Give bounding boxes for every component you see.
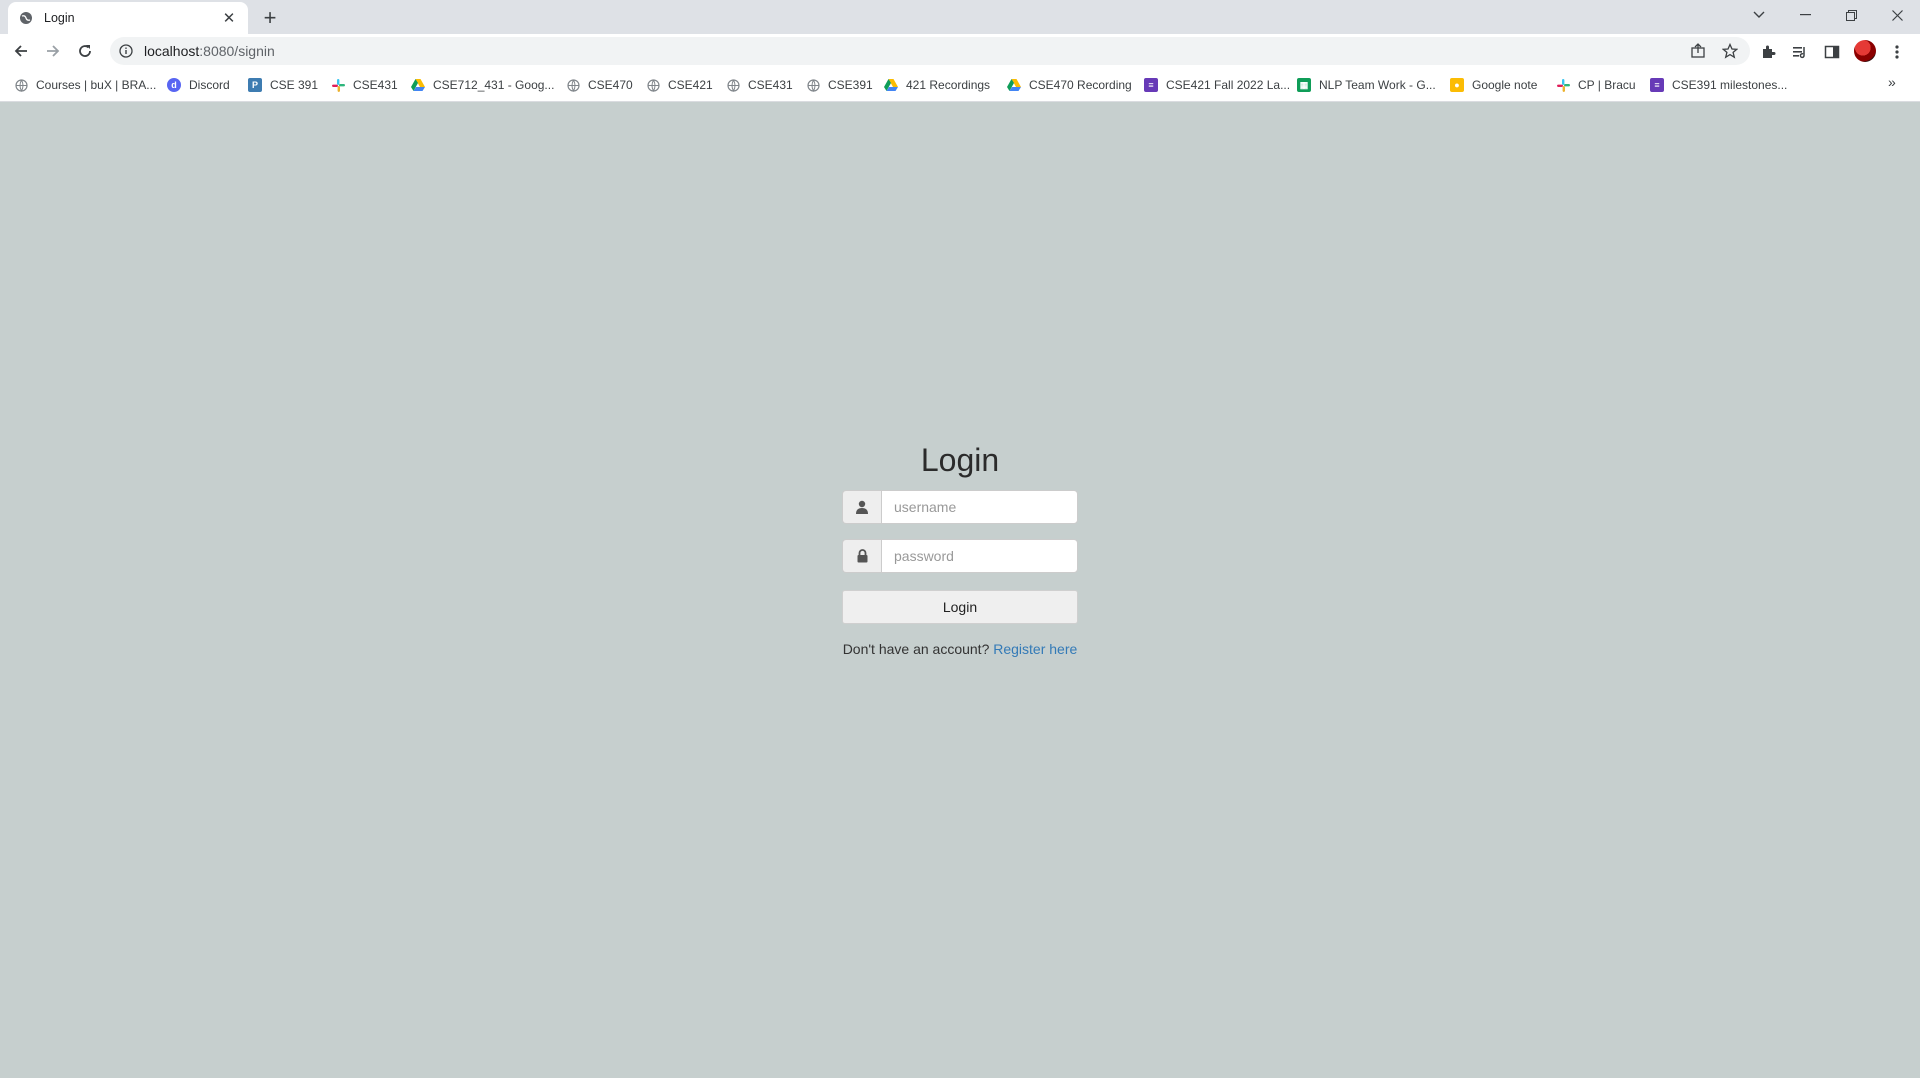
register-prompt: Don't have an account? Register here xyxy=(842,641,1078,657)
bookmark-item[interactable]: CSE470 xyxy=(566,76,633,94)
bookmark-label: CSE431 xyxy=(353,78,398,92)
bookmark-star-icon[interactable] xyxy=(1720,41,1740,61)
address-bar[interactable]: localhost:8080/signin xyxy=(110,37,1750,65)
register-prompt-text: Don't have an account? xyxy=(842,641,990,657)
url-path: :8080/signin xyxy=(199,43,275,59)
login-button[interactable]: Login xyxy=(842,590,1078,624)
new-tab-icon[interactable]: + xyxy=(258,5,282,30)
google-forms-icon: ≡ xyxy=(1144,78,1158,92)
bookmark-label: CSE421 Fall 2022 La... xyxy=(1166,78,1291,92)
bookmark-label: CSE431 xyxy=(748,78,793,92)
google-drive-icon xyxy=(1007,78,1021,92)
site-info-icon[interactable] xyxy=(118,43,134,59)
lock-icon xyxy=(842,539,881,573)
google-sheets-icon: ▦ xyxy=(1297,78,1311,92)
bookmark-label: Discord xyxy=(189,78,230,92)
bookmark-item[interactable]: 421 Recordings xyxy=(884,76,990,94)
bookmark-item[interactable]: CP | Bracu xyxy=(1556,76,1636,94)
google-drive-icon xyxy=(884,78,898,92)
globe-icon xyxy=(14,78,28,92)
piazza-icon: P xyxy=(248,78,262,92)
login-form: Login Login Don't have an account? Regis… xyxy=(842,440,1078,657)
bookmark-item[interactable]: CSE431 xyxy=(331,76,398,94)
username-group xyxy=(842,490,1078,524)
bookmark-item[interactable]: P CSE 391 xyxy=(248,76,318,94)
bookmark-label: CSE470 Recording xyxy=(1029,78,1132,92)
browser-toolbar: localhost:8080/signin xyxy=(0,34,1920,68)
register-link[interactable]: Register here xyxy=(993,641,1077,657)
restore-icon[interactable] xyxy=(1828,0,1874,30)
bookmark-item[interactable]: CSE421 xyxy=(646,76,713,94)
bookmark-label: CSE712_431 - Goog... xyxy=(433,78,555,92)
bookmark-label: CSE391 xyxy=(828,78,873,92)
menu-icon[interactable] xyxy=(1886,41,1908,63)
bookmark-item[interactable]: CSE470 Recording xyxy=(1007,76,1132,94)
bookmark-item[interactable]: ≡ CSE391 milestones... xyxy=(1650,76,1787,94)
side-panel-icon[interactable] xyxy=(1821,41,1843,63)
bookmark-item[interactable]: CSE391 xyxy=(806,76,873,94)
page-title: Login xyxy=(920,442,1000,478)
bookmark-item[interactable]: d Discord xyxy=(167,76,230,94)
bookmark-item[interactable]: CSE712_431 - Goog... xyxy=(411,76,554,94)
bookmark-item[interactable]: ▦ NLP Team Work - G... xyxy=(1297,76,1436,94)
close-tab-icon[interactable]: ✕ xyxy=(220,9,238,27)
globe-icon xyxy=(566,78,580,92)
media-control-icon[interactable] xyxy=(1789,41,1811,63)
profile-avatar[interactable] xyxy=(1854,40,1876,62)
tab-search-icon[interactable] xyxy=(1736,0,1782,30)
bookmark-label: NLP Team Work - G... xyxy=(1319,78,1436,92)
forward-icon[interactable] xyxy=(39,37,67,65)
back-icon[interactable] xyxy=(7,37,35,65)
extensions-icon[interactable] xyxy=(1757,41,1779,63)
globe-icon xyxy=(18,10,34,26)
browser-tab[interactable]: Login ✕ xyxy=(8,2,248,34)
password-input[interactable] xyxy=(881,539,1078,573)
password-group xyxy=(842,539,1078,573)
google-keep-icon: ● xyxy=(1450,78,1464,92)
chevron-double-right-icon[interactable]: » xyxy=(1888,74,1896,90)
bookmark-label: CSE391 milestones... xyxy=(1672,78,1788,92)
slack-icon xyxy=(1556,78,1570,92)
google-drive-icon xyxy=(411,78,425,92)
share-icon[interactable] xyxy=(1688,41,1708,61)
globe-icon xyxy=(646,78,660,92)
bookmark-label: Google note xyxy=(1472,78,1538,92)
reload-icon[interactable] xyxy=(71,37,99,65)
slack-icon xyxy=(331,78,345,92)
bookmark-label: 421 Recordings xyxy=(906,78,991,92)
close-window-icon[interactable] xyxy=(1874,0,1920,30)
google-forms-icon: ≡ xyxy=(1650,78,1664,92)
bookmarks-bar: Courses | buX | BRA... d Discord P CSE 3… xyxy=(0,68,1920,102)
globe-icon xyxy=(806,78,820,92)
discord-icon: d xyxy=(167,78,181,92)
url-host: localhost xyxy=(144,43,200,59)
bookmark-label: CSE421 xyxy=(668,78,713,92)
tab-strip: Login ✕ + xyxy=(0,0,1920,34)
bookmark-item[interactable]: CSE431 xyxy=(726,76,793,94)
username-input[interactable] xyxy=(881,490,1078,524)
bookmark-item[interactable]: Courses | buX | BRA... xyxy=(14,76,156,94)
bookmark-label: CSE 391 xyxy=(270,78,319,92)
user-icon xyxy=(842,490,881,524)
minimize-icon[interactable] xyxy=(1782,0,1828,30)
bookmark-label: CP | Bracu xyxy=(1578,78,1636,92)
tab-title: Login xyxy=(44,11,75,25)
bookmark-item[interactable]: ≡ CSE421 Fall 2022 La... xyxy=(1144,76,1290,94)
globe-icon xyxy=(726,78,740,92)
bookmark-label: Courses | buX | BRA... xyxy=(36,78,157,92)
bookmark-label: CSE470 xyxy=(588,78,633,92)
bookmark-item[interactable]: ● Google note xyxy=(1450,76,1537,94)
